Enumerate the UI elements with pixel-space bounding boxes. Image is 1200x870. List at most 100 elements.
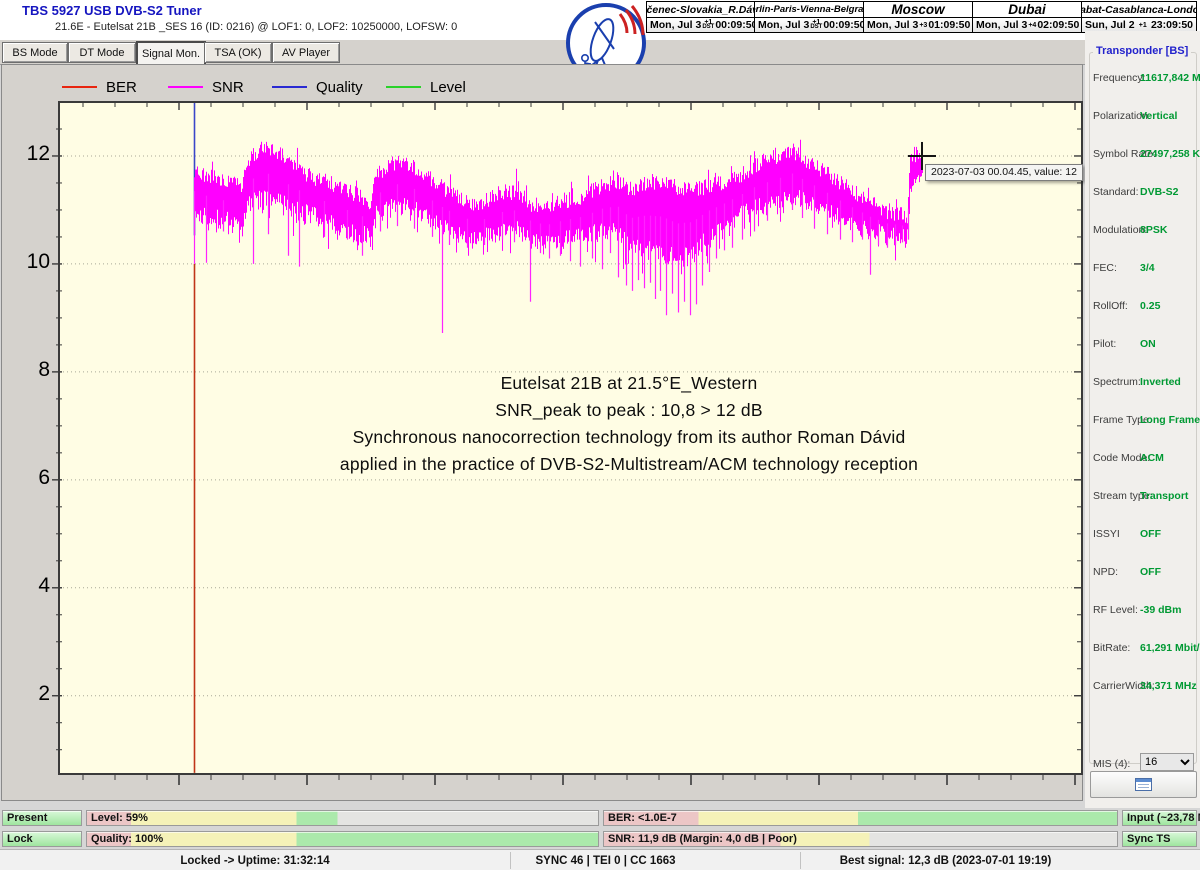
clock-date: Mon, Jul 3 (867, 19, 918, 31)
tab-dt-mode[interactable]: DT Mode (68, 42, 136, 63)
field-value: Transport (1140, 490, 1188, 502)
clock-time: Mon, Jul 3 +1DST 00:09:50 (647, 18, 754, 32)
ts-view-button[interactable] (1090, 771, 1197, 798)
window-title: TBS 5927 USB DVB-S2 Tuner (22, 3, 202, 18)
y-tick-label: 10 (16, 250, 50, 274)
field-value: Inverted (1140, 376, 1181, 388)
chart-annotation: Eutelsat 21B at 21.5°E_Western SNR_peak … (179, 370, 1079, 478)
status-uptime: Locked -> Uptime: 31:32:14 (0, 850, 510, 870)
status-best-signal: Best signal: 12,3 dB (2023-07-01 19:19) (801, 850, 1200, 870)
field-value: DVB-S2 (1140, 186, 1179, 198)
clock-time: Sun, Jul 2 +1 23:09:50 (1082, 18, 1196, 32)
sync-ts-indicator: Sync TS (1122, 831, 1197, 847)
clock-dubai: Dubai Mon, Jul 3 +4 02:09:50 (972, 1, 1082, 33)
field-label: Pilot: (1093, 338, 1116, 350)
plot-area[interactable]: Eutelsat 21B at 21.5°E_Western SNR_peak … (58, 101, 1083, 775)
field-label: ISSYI (1093, 528, 1120, 540)
clock-name: Lučenec-Slovakia_R.Dávid (647, 2, 754, 18)
quality-line-swatch (272, 86, 307, 88)
clock-lucenec: Lučenec-Slovakia_R.Dávid Mon, Jul 3 +1DS… (646, 1, 755, 33)
clock-rabat: Rabat-Casablanca-London Sun, Jul 2 +1 23… (1081, 1, 1197, 33)
field-label: RollOff: (1093, 300, 1128, 312)
signal-chart-panel: BER SNR Quality Level 24681012 Eutelsat … (1, 64, 1083, 801)
legend-quality: Quality (272, 79, 363, 95)
field-value: 34,371 MHz (1140, 680, 1197, 692)
field-value: 0.25 (1140, 300, 1160, 312)
legend-snr: SNR (168, 79, 244, 95)
legend-ber: BER (62, 79, 137, 95)
utc-offset: +1 (1136, 23, 1150, 28)
clock-hms: 02:09:50 (1037, 19, 1079, 31)
field-value: 11617,842 MHz (1140, 72, 1200, 84)
field-value: Long Frame (1140, 414, 1200, 426)
level-progressbar: Level: 59% (86, 810, 599, 826)
clock-moscow: Moscow Mon, Jul 3 +3 01:09:50 (863, 1, 973, 33)
field-value: -39 dBm (1140, 604, 1181, 616)
app-window: TBS 5927 USB DVB-S2 Tuner 21.6E - Eutels… (0, 0, 1200, 870)
y-tick-label: 8 (16, 358, 50, 382)
clock-date: Sun, Jul 2 (1085, 19, 1135, 31)
tab-av-player[interactable]: AV Player (272, 42, 340, 63)
tab-tsa[interactable]: TSA (OK) (204, 42, 272, 63)
field-label: Standard: (1093, 186, 1139, 198)
utc-offset: +1DST (810, 20, 822, 30)
field-label: Frequency: (1093, 72, 1146, 84)
status-bar: Locked -> Uptime: 31:32:14 SYNC 46 | TEI… (0, 849, 1200, 870)
mis-select[interactable]: 16 (1140, 753, 1194, 771)
tab-signal-mon[interactable]: Signal Mon. (136, 41, 206, 66)
clock-name: Moscow (864, 2, 972, 18)
clock-date: Mon, Jul 3 (976, 19, 1027, 31)
field-label: Spectrum: (1093, 376, 1141, 388)
y-tick-label: 2 (16, 682, 50, 706)
field-label: RF Level: (1093, 604, 1138, 616)
snr-progressbar: SNR: 11,9 dB (Margin: 4,0 dB | Poor) (603, 831, 1118, 847)
clock-time: Mon, Jul 3 +1DST 00:09:50 (755, 18, 863, 32)
status-sync: SYNC 46 | TEI 0 | CC 1663 (511, 850, 800, 870)
cursor-tooltip: 2023-07-03 00.04.45, value: 12 (925, 164, 1083, 181)
level-line-swatch (386, 86, 421, 88)
utc-offset: +1DST (702, 20, 714, 30)
field-value: ACM (1140, 452, 1164, 464)
clock-time: Mon, Jul 3 +3 01:09:50 (864, 18, 972, 32)
clock-date: Mon, Jul 3 (758, 19, 809, 31)
clock-name: Berlin-Paris-Vienna-Belgrade (755, 2, 863, 18)
clock-berlin: Berlin-Paris-Vienna-Belgrade Mon, Jul 3 … (754, 1, 864, 33)
utc-offset: +4 (1028, 23, 1036, 28)
field-label: BitRate: (1093, 642, 1130, 654)
field-value: 61,291 Mbit/s (1140, 642, 1200, 654)
clock-hms: 00:09:50 (715, 19, 757, 31)
present-indicator: Present (2, 810, 82, 826)
ber-line-swatch (62, 86, 97, 88)
annotation-line-2: SNR_peak to peak : 10,8 > 12 dB (179, 397, 1079, 424)
annotation-line-3: Synchronous nanocorrection technology fr… (179, 424, 1079, 451)
transport-stream-icon (1135, 778, 1152, 791)
field-value: OFF (1140, 566, 1161, 578)
clock-hms: 23:09:50 (1151, 19, 1193, 31)
clock-hms: 01:09:50 (928, 19, 970, 31)
ber-progressbar: BER: <1.0E-7 (603, 810, 1118, 826)
field-label: FEC: (1093, 262, 1117, 274)
annotation-line-1: Eutelsat 21B at 21.5°E_Western (179, 370, 1079, 397)
field-value: Vertical (1140, 110, 1177, 122)
clock-date: Mon, Jul 3 (650, 19, 701, 31)
tab-bs-mode[interactable]: BS Mode (2, 42, 68, 63)
clock-name: Dubai (973, 2, 1081, 18)
tuner-status-line: 21.6E - Eutelsat 21B _SES 16 (ID: 0216) … (55, 21, 457, 33)
legend-level: Level (386, 79, 466, 95)
field-label: NPD: (1093, 566, 1118, 578)
world-clocks: Lučenec-Slovakia_R.Dávid Mon, Jul 3 +1DS… (647, 1, 1197, 33)
quality-progressbar: Quality: 100% (86, 831, 599, 847)
tab-strip: BS Mode DT Mode Signal Mon. TSA (OK) AV … (0, 40, 1085, 65)
utc-offset: +3 (919, 23, 927, 28)
clock-hms: 00:09:50 (823, 19, 865, 31)
snr-line-swatch (168, 86, 203, 88)
y-tick-label: 4 (16, 574, 50, 598)
clock-name: Rabat-Casablanca-London (1082, 2, 1196, 18)
field-value: 8PSK (1140, 224, 1167, 236)
clock-time: Mon, Jul 3 +4 02:09:50 (973, 18, 1081, 32)
input-rate-indicator: Input (~23,78 Mbps) (1122, 810, 1197, 826)
y-tick-label: 12 (16, 142, 50, 166)
field-value: 27497,258 KS/s (1140, 148, 1200, 160)
mis-label: MIS (4): (1093, 758, 1130, 770)
transponder-panel: Transponder [BS] Frequency:11617,842 MHz… (1085, 31, 1200, 808)
